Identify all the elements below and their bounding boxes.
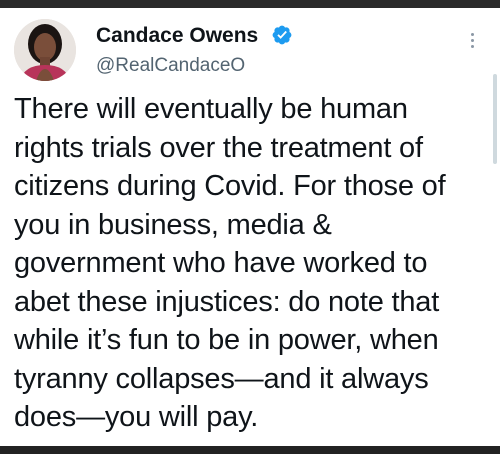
scrollbar-thumb[interactable]: [493, 74, 497, 164]
tweet-text-line: you in business, media &: [14, 208, 332, 241]
tweet-text: There will eventually be human rights tr…: [14, 90, 490, 437]
tweet-text-line: abet these injustices: do note that: [14, 285, 440, 318]
display-name[interactable]: Candace Owens: [96, 24, 258, 48]
avatar[interactable]: [14, 19, 76, 81]
top-frame-bar: [0, 0, 500, 8]
tweet-card: Candace Owens @RealCandaceO There will e…: [0, 8, 500, 446]
tweet-text-line: citizens during Covid. For those of: [14, 170, 446, 202]
tweet-text-line: tyranny collapses—and it always: [14, 362, 429, 395]
tweet-text-line: There will eventually be human: [14, 93, 408, 125]
avatar-image: [14, 19, 76, 81]
more-options-icon[interactable]: [466, 30, 478, 56]
tweet-text-line: does—you will pay.: [14, 401, 259, 433]
verified-badge-icon: [271, 24, 293, 46]
tweet-text-line: government who have worked to: [14, 247, 428, 279]
tweet-text-line: while it’s fun to be in power, when: [14, 324, 439, 356]
bottom-frame-bar: [0, 446, 500, 454]
username-handle[interactable]: @RealCandaceO: [96, 55, 245, 77]
tweet-text-line: rights trials over the treatment of: [14, 131, 423, 164]
